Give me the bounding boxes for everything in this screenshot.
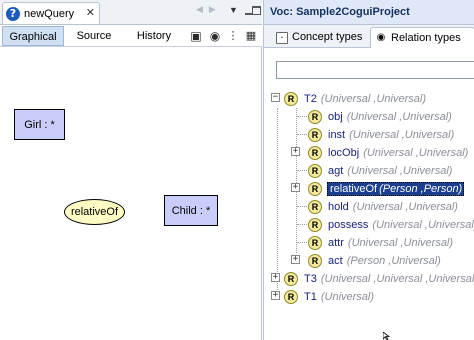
tree-item-label: possess xyxy=(328,218,369,231)
relation-type-icon: R xyxy=(284,91,298,106)
tree-connector xyxy=(297,242,307,243)
graph-canvas[interactable]: Girl : * relativeOf Child : * xyxy=(0,48,261,340)
editor-tab-bar: ? newQuery ✕ ◀▶ ▼ xyxy=(0,0,262,25)
editor-mode-tabs: Graphical Source History ▣ ◉ ⋮ ▦ xyxy=(0,25,262,47)
tree-item-label: agt xyxy=(328,164,344,177)
tab-relation-types[interactable]: ◉ Relation types xyxy=(370,27,474,48)
tree-item-label: attr xyxy=(328,236,344,249)
tree-item-signature: (Universal ,Universal ,Universal) xyxy=(320,272,474,285)
query-editor-panel: ? newQuery ✕ ◀▶ ▼ Graphical Source Histo… xyxy=(0,0,262,340)
tree-item-signature: (Universal ,Universal) xyxy=(320,92,426,105)
eye-icon[interactable]: ◉ xyxy=(207,28,223,44)
tab-concept-types-label: Concept types xyxy=(292,31,363,43)
tree-item-signature: (Universal ,Universal) xyxy=(346,110,452,123)
tree-connector xyxy=(297,206,307,207)
concept-types-icon: · xyxy=(276,31,288,44)
tree-connector xyxy=(297,116,307,117)
vocabulary-tabs: · Concept types ◉ Relation types xyxy=(264,25,474,48)
expand-icon[interactable]: + xyxy=(291,255,300,264)
relation-type-icon: R xyxy=(284,289,298,304)
tree-item-hold[interactable]: R hold (Universal ,Universal) xyxy=(308,198,458,215)
relation-node-relativeof[interactable]: relativeOf xyxy=(64,199,125,225)
relation-type-icon: R xyxy=(308,253,322,268)
concept-node-girl[interactable]: Girl : * xyxy=(14,109,65,140)
vocabulary-panel: Voc: Sample2CoguiProject · Concept types… xyxy=(263,0,474,340)
tree-item-label: hold xyxy=(328,200,349,213)
help-icon: ? xyxy=(6,6,20,21)
tree-item-act[interactable]: + R act (Person ,Universal) xyxy=(291,252,441,269)
tree-item-locobj[interactable]: + R locObj (Universal ,Universal) xyxy=(291,144,468,161)
tree-item-inst[interactable]: R inst (Universal ,Universal) xyxy=(308,126,454,143)
tree-item-label: locObj xyxy=(328,146,360,159)
expand-icon[interactable]: + xyxy=(271,273,280,282)
tree-item-t3[interactable]: + R T3 (Universal ,Universal ,Universal) xyxy=(271,270,474,287)
expand-icon[interactable]: + xyxy=(291,147,300,156)
grid-icon[interactable]: ▦ xyxy=(243,28,259,44)
tree-item-signature: (Universal) xyxy=(320,290,375,303)
tree-item-label: T1 xyxy=(304,290,317,303)
editor-tab-newquery[interactable]: ? newQuery ✕ xyxy=(2,2,100,24)
concept-node-child[interactable]: Child : * xyxy=(164,195,218,226)
selected-tree-label: relativeOf (Person ,Person) xyxy=(327,181,465,196)
tree-item-t2[interactable]: − R T2 (Universal ,Universal) xyxy=(271,90,426,107)
view-menu-icon[interactable]: ▼ xyxy=(229,5,238,15)
relation-type-icon: R xyxy=(308,145,322,160)
tree-item-t1[interactable]: + R T1 (Universal) xyxy=(271,288,374,305)
tree-item-signature: (Person ,Universal) xyxy=(346,254,441,267)
relation-type-tree: − R T2 (Universal ,Universal) R obj (Uni… xyxy=(264,88,474,340)
tab-history[interactable]: History xyxy=(134,26,174,46)
tree-item-label: relativeOf xyxy=(330,182,378,195)
relation-type-icon: R xyxy=(284,271,298,286)
type-filter-input[interactable] xyxy=(276,61,474,79)
tree-item-attr[interactable]: R attr (Universal ,Universal) xyxy=(308,234,453,251)
vocabulary-title: Voc: Sample2CoguiProject xyxy=(264,0,474,25)
relation-type-icon: R xyxy=(308,181,322,196)
tab-graphical[interactable]: Graphical xyxy=(2,26,64,46)
relation-type-icon: R xyxy=(308,235,322,250)
tab-nav-arrows-icon[interactable]: ◀▶ xyxy=(196,4,222,15)
tab-source[interactable]: Source xyxy=(74,26,114,46)
eye-icon: ◉ xyxy=(376,32,386,43)
tree-view-icon[interactable]: ⋮ xyxy=(227,28,239,44)
tree-item-possess[interactable]: R possess (Universal ,Universal) xyxy=(308,216,474,233)
tree-item-signature: (Person ,Person) xyxy=(379,182,463,195)
relation-type-icon: R xyxy=(308,217,322,232)
relation-type-icon: R xyxy=(308,199,322,214)
tree-connector xyxy=(297,170,307,171)
tree-item-label: act xyxy=(328,254,343,267)
close-tab-icon[interactable]: ✕ xyxy=(86,7,95,19)
tab-relation-types-label: Relation types xyxy=(391,31,461,44)
tree-item-signature: (Universal ,Universal) xyxy=(372,218,474,231)
maximize-icon[interactable] xyxy=(252,6,261,15)
tree-item-signature: (Universal ,Universal) xyxy=(349,128,455,141)
expand-icon[interactable]: + xyxy=(291,183,300,192)
relation-type-icon: R xyxy=(308,163,322,178)
tree-item-signature: (Universal ,Universal) xyxy=(347,236,454,249)
tree-item-obj[interactable]: R obj (Universal ,Universal) xyxy=(308,108,452,125)
camera-icon[interactable]: ▣ xyxy=(188,28,204,44)
tree-item-relativeof[interactable]: + R relativeOf (Person ,Person) xyxy=(291,180,465,197)
collapse-icon[interactable]: − xyxy=(271,93,280,102)
relation-type-icon: R xyxy=(308,109,322,124)
mouse-cursor-icon xyxy=(383,332,391,340)
tree-connector xyxy=(297,224,307,225)
tree-item-label: obj xyxy=(328,110,343,123)
tab-concept-types[interactable]: · Concept types xyxy=(272,27,370,48)
tree-connector xyxy=(297,134,307,135)
tree-item-label: inst xyxy=(328,128,346,141)
tree-item-signature: (Universal ,Universal) xyxy=(347,164,453,177)
expand-icon[interactable]: + xyxy=(271,291,280,300)
relation-type-icon: R xyxy=(308,127,322,142)
editor-tab-title: newQuery xyxy=(24,7,75,20)
tree-item-signature: (Universal ,Universal) xyxy=(363,146,469,159)
tree-item-agt[interactable]: R agt (Universal ,Universal) xyxy=(308,162,452,179)
tree-item-signature: (Universal ,Universal) xyxy=(352,200,458,213)
tree-item-label: T3 xyxy=(304,272,317,285)
tree-item-label: T2 xyxy=(304,92,317,105)
